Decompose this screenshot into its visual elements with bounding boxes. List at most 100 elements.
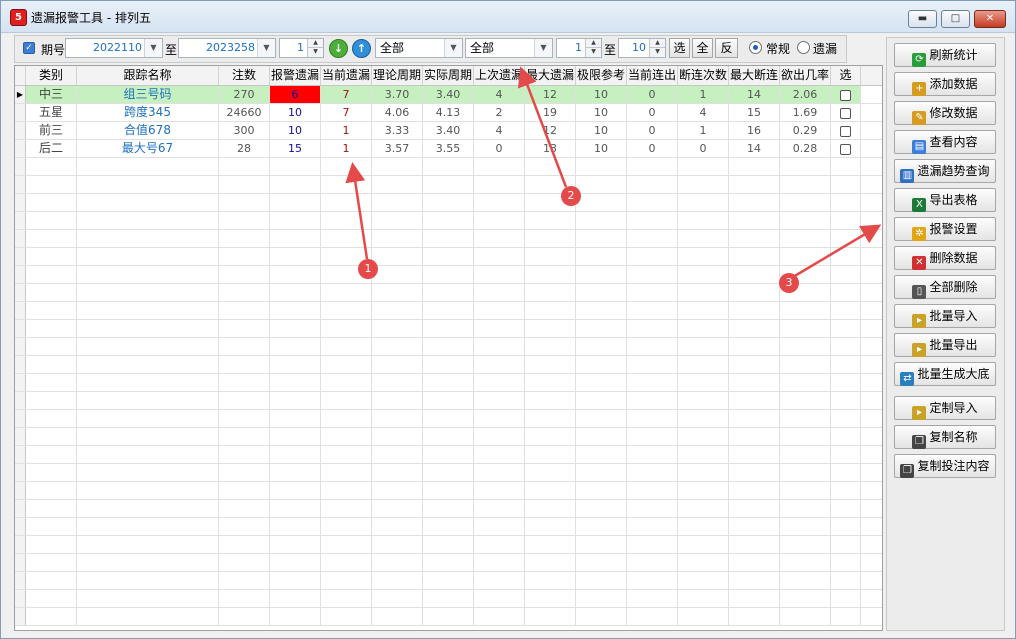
cell-cur[interactable]: 1 [321, 122, 372, 139]
cell-actual[interactable]: 3.55 [423, 140, 474, 157]
row-selector[interactable]: ▶ [15, 86, 26, 103]
cell-alarm[interactable]: 15 [270, 140, 321, 157]
cell-limit[interactable]: 10 [576, 140, 627, 157]
cell-limit[interactable]: 10 [576, 104, 627, 121]
empty-row[interactable] [15, 284, 882, 302]
column-header[interactable]: 注数 [219, 66, 270, 85]
stepper-arrows[interactable]: ▲ ▼ [307, 39, 323, 57]
empty-row[interactable] [15, 572, 882, 590]
chevron-down-icon[interactable]: ▼ [144, 39, 162, 57]
empty-row[interactable] [15, 518, 882, 536]
cell-theory[interactable]: 3.57 [372, 140, 423, 157]
cell-cat[interactable]: 五星 [26, 104, 77, 121]
empty-row[interactable] [15, 410, 882, 428]
range-to-stepper[interactable]: 10 ▲ ▼ [618, 38, 666, 58]
column-header[interactable]: 断连次数 [678, 66, 729, 85]
side-button-2[interactable]: ✎ 修改数据 [894, 101, 996, 125]
checkbox[interactable] [840, 125, 851, 137]
column-header[interactable]: 欲出几率 [780, 66, 831, 85]
period-checkbox[interactable]: ✓ [23, 42, 35, 54]
empty-row[interactable] [15, 392, 882, 410]
side-button-10[interactable]: ▸ 批量导出 [894, 333, 996, 357]
period-count-stepper[interactable]: 1 ▲ ▼ [279, 38, 324, 58]
empty-row[interactable] [15, 482, 882, 500]
row-selector[interactable] [15, 104, 26, 121]
cell-last[interactable]: 2 [474, 104, 525, 121]
cell-limit[interactable]: 10 [576, 122, 627, 139]
side-button-13[interactable]: ❐ 复制名称 [894, 425, 996, 449]
checkbox[interactable] [840, 107, 851, 119]
column-header[interactable]: 选 [831, 66, 861, 85]
side-button-9[interactable]: ▸ 批量导入 [894, 304, 996, 328]
select-all-button[interactable]: 全 [692, 38, 713, 58]
row-selector[interactable] [15, 410, 26, 427]
cell-cur[interactable]: 7 [321, 104, 372, 121]
side-button-7[interactable]: ✕ 删除数据 [894, 246, 996, 270]
cell-theory[interactable]: 3.33 [372, 122, 423, 139]
side-button-8[interactable]: ▯ 全部删除 [894, 275, 996, 299]
empty-row[interactable] [15, 428, 882, 446]
cell-breaks[interactable]: 0 [678, 140, 729, 157]
row-selector[interactable] [15, 500, 26, 517]
cell-max[interactable]: 12 [525, 86, 576, 103]
cell-cat[interactable]: 后二 [26, 140, 77, 157]
table-row[interactable]: 五星 跨度345 24660 10 7 4.06 4.13 2 19 10 0 4 15 1.69 [15, 104, 882, 122]
cell-name[interactable]: 最大号67 [77, 140, 219, 157]
cell-breaks[interactable]: 4 [678, 104, 729, 121]
row-selector[interactable] [15, 230, 26, 247]
range-from-stepper[interactable]: 1 ▲ ▼ [556, 38, 602, 58]
empty-row[interactable] [15, 446, 882, 464]
side-button-4[interactable]: ▥ 遗漏趋势查询 [894, 159, 996, 183]
cell-actual[interactable]: 4.13 [423, 104, 474, 121]
column-header[interactable]: 最大断连 [729, 66, 780, 85]
select-checkbox[interactable] [831, 86, 861, 103]
row-selector[interactable] [15, 284, 26, 301]
data-grid[interactable]: 类别 跟踪名称 注数 报警遗漏 当前遗漏 理论周期 实际周期 上次遗漏 最大遗漏 极限参考 当前连出… [14, 65, 883, 631]
cell-cur[interactable]: 1 [321, 140, 372, 157]
radio-omission[interactable] [797, 41, 810, 54]
row-selector[interactable] [15, 320, 26, 337]
cell-maxbreak[interactable]: 16 [729, 122, 780, 139]
select-button[interactable]: 选 [669, 38, 690, 58]
empty-row[interactable] [15, 338, 882, 356]
arrow-up-icon[interactable]: ↑ [352, 39, 371, 58]
chevron-down-icon[interactable]: ▼ [444, 39, 462, 57]
row-selector[interactable] [15, 140, 26, 157]
side-button-1[interactable]: + 添加数据 [894, 72, 996, 96]
period-from-combo[interactable]: 2022110 ▼ [65, 38, 163, 58]
empty-row[interactable] [15, 608, 882, 626]
empty-row[interactable] [15, 554, 882, 572]
column-header[interactable]: 上次遗漏 [474, 66, 525, 85]
type-combo[interactable]: 全部 ▼ [465, 38, 553, 58]
column-header[interactable]: 报警遗漏 [270, 66, 321, 85]
select-checkbox[interactable] [831, 104, 861, 121]
cell-theory[interactable]: 3.70 [372, 86, 423, 103]
cell-max[interactable]: 13 [525, 140, 576, 157]
cell-maxbreak[interactable]: 14 [729, 140, 780, 157]
chevron-down-icon[interactable]: ▼ [534, 39, 552, 57]
row-selector[interactable] [15, 572, 26, 589]
column-header[interactable]: 跟踪名称 [77, 66, 219, 85]
cell-last[interactable]: 4 [474, 122, 525, 139]
empty-row[interactable] [15, 536, 882, 554]
cell-alarm[interactable]: 6 [270, 86, 321, 103]
side-button-12[interactable]: ▸ 定制导入 [894, 396, 996, 420]
empty-row[interactable] [15, 230, 882, 248]
row-selector[interactable] [15, 248, 26, 265]
column-header[interactable]: 当前连出 [627, 66, 678, 85]
cell-cat[interactable]: 前三 [26, 122, 77, 139]
cell-last[interactable]: 0 [474, 140, 525, 157]
empty-row[interactable] [15, 266, 882, 284]
row-selector[interactable] [15, 194, 26, 211]
cell-cons[interactable]: 0 [627, 86, 678, 103]
empty-row[interactable] [15, 320, 882, 338]
cell-name[interactable]: 组三号码 [77, 86, 219, 103]
column-header[interactable]: 最大遗漏 [525, 66, 576, 85]
select-checkbox[interactable] [831, 140, 861, 157]
empty-row[interactable] [15, 248, 882, 266]
cell-name[interactable]: 跨度345 [77, 104, 219, 121]
row-selector[interactable] [15, 374, 26, 391]
empty-row[interactable] [15, 302, 882, 320]
row-selector[interactable] [15, 482, 26, 499]
side-button-5[interactable]: X 导出表格 [894, 188, 996, 212]
